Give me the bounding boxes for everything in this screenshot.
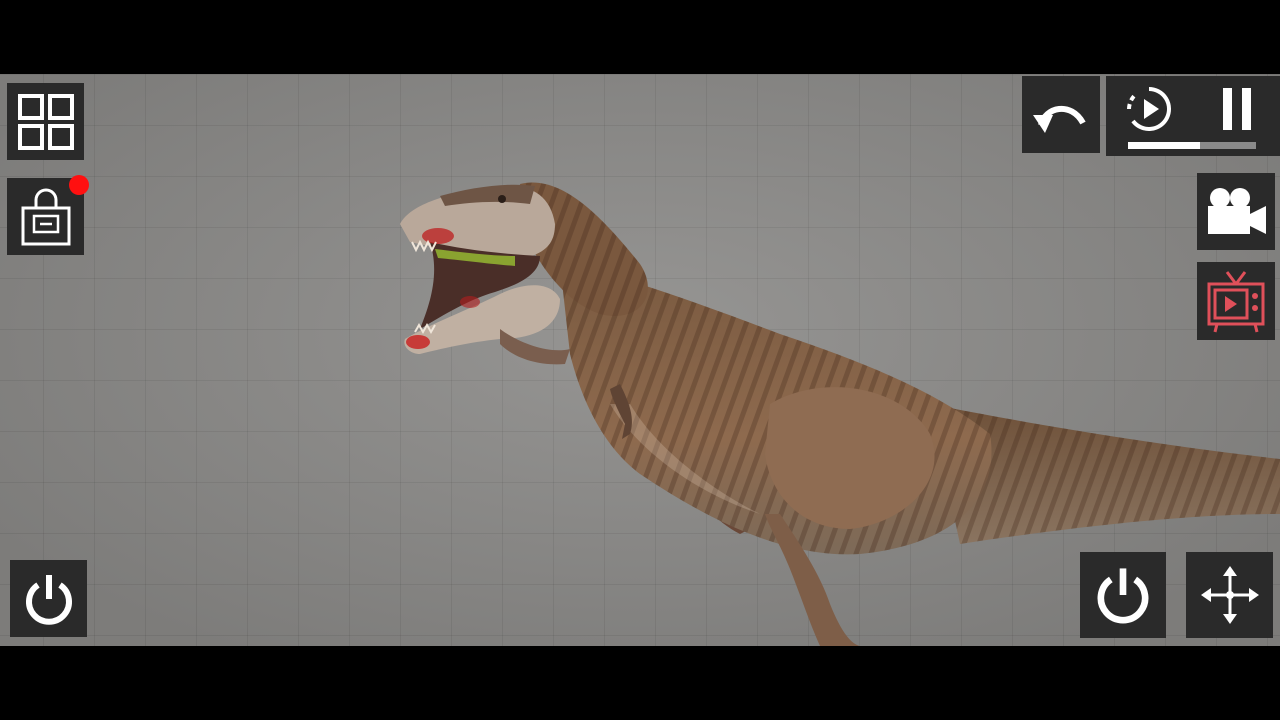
power-icon: [25, 574, 72, 625]
time-speed-fill: [1128, 142, 1200, 149]
move-arrows-icon: [1200, 566, 1259, 624]
grid-menu-icon: [17, 93, 74, 150]
undo-button[interactable]: [1022, 76, 1100, 153]
menu-button[interactable]: [7, 83, 84, 160]
locked-bag-icon: [21, 188, 70, 245]
pause-button[interactable]: [1212, 82, 1262, 136]
time-speed-slider[interactable]: [1128, 142, 1256, 149]
tv-button[interactable]: [1197, 262, 1275, 340]
retro-tv-icon: [1207, 271, 1265, 333]
notification-badge: [69, 175, 89, 195]
time-controls-panel: [1106, 76, 1280, 156]
power-button-right[interactable]: [1080, 552, 1166, 638]
camera-button[interactable]: [1197, 173, 1275, 250]
slow-motion-button[interactable]: [1122, 82, 1176, 136]
slow-motion-icon: [1127, 87, 1171, 131]
move-button[interactable]: [1186, 552, 1273, 638]
power-button-left[interactable]: [10, 560, 87, 637]
power-icon: [1097, 568, 1149, 624]
pause-icon: [1223, 88, 1251, 130]
undo-arrow-icon: [1033, 105, 1086, 133]
video-camera-icon: [1208, 187, 1266, 234]
